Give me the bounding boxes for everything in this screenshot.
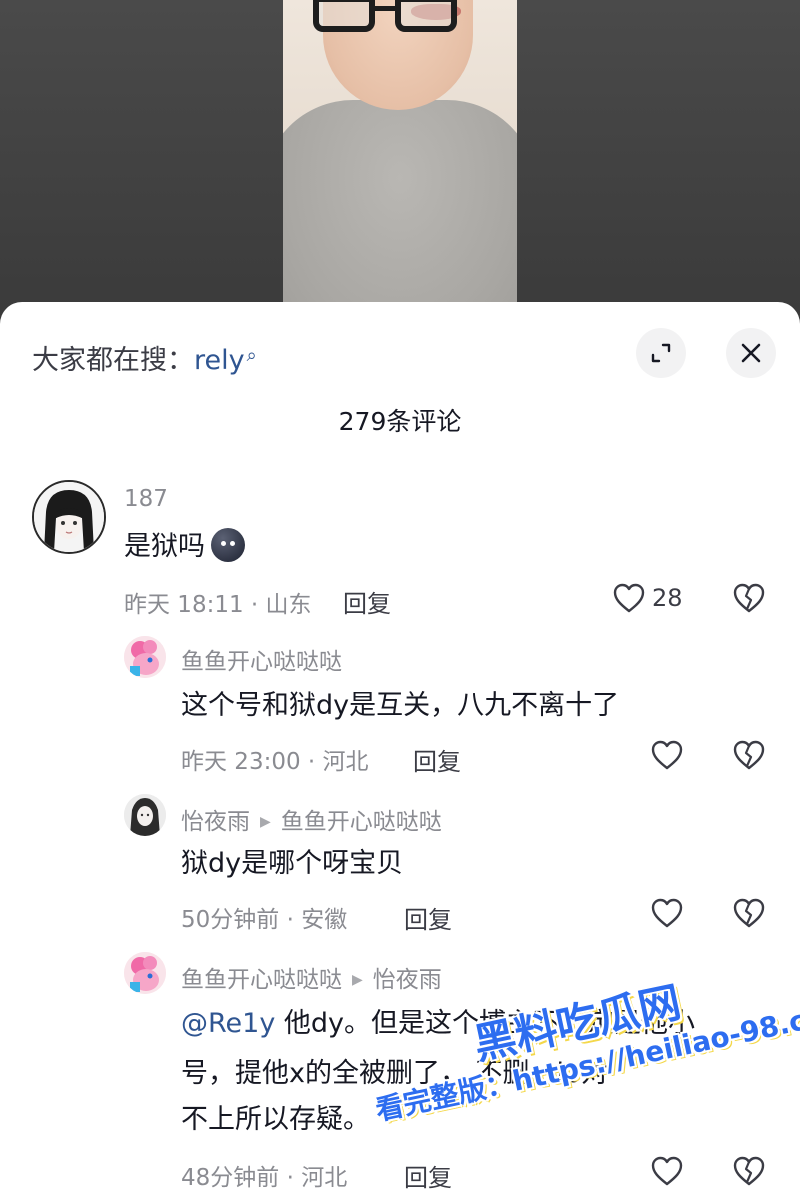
like-count: 28	[652, 584, 683, 612]
reply-time-location: 48分钟前 · 河北	[181, 1165, 348, 1191]
broken-heart-icon[interactable]	[732, 897, 766, 929]
close-icon	[741, 343, 761, 363]
reply-button[interactable]: 回复	[404, 900, 452, 935]
search-suggestion-keyword[interactable]: rely	[194, 345, 245, 376]
heart-icon[interactable]	[650, 1155, 684, 1187]
comment-sheet: 大家都在搜：rely ⌕ 279条评论 187 是狱吗 昨天 18:11 · 山东…	[0, 302, 800, 1200]
avatar[interactable]	[124, 794, 166, 836]
reply-username: 怡夜雨 ▶ 鱼鱼开心哒哒哒	[181, 809, 442, 835]
reply-username[interactable]: 鱼鱼开心哒哒哒	[181, 642, 342, 676]
expand-button[interactable]	[636, 328, 686, 378]
comment-count: 279条评论	[338, 407, 462, 436]
search-suggestion[interactable]: 大家都在搜：rely ⌕	[32, 338, 257, 377]
video-frame	[283, 0, 517, 330]
avatar[interactable]	[32, 480, 106, 554]
sketch-portrait-avatar-icon	[124, 794, 166, 836]
heart-icon[interactable]	[650, 739, 684, 771]
comment-text: 是狱吗	[124, 525, 245, 569]
reply-button[interactable]: 回复	[413, 742, 461, 777]
glasses	[309, 0, 489, 34]
heart-icon[interactable]	[650, 897, 684, 929]
pink-pony-avatar-icon	[124, 952, 166, 994]
avatar[interactable]	[124, 952, 166, 994]
reply-time-location: 50分钟前 · 安徽	[181, 907, 348, 933]
reply-button[interactable]: 回复	[343, 584, 391, 619]
anime-girl-avatar-icon	[34, 482, 104, 552]
pink-pony-avatar-icon	[124, 636, 166, 678]
avatar[interactable]	[124, 636, 166, 678]
comment-username[interactable]: 187	[124, 486, 168, 512]
person-shirt	[283, 100, 517, 330]
search-icon: ⌕	[246, 345, 257, 366]
close-button[interactable]	[726, 328, 776, 378]
video-player[interactable]	[0, 0, 800, 330]
mention-link[interactable]: @Re1y	[181, 1008, 275, 1039]
reply-text-line: 号，提他x的全被删了， 不删，ip对	[181, 1058, 609, 1089]
heart-icon	[613, 583, 645, 613]
reply-text: @Re1y 他dy。但是这个博主不一定是他小	[181, 1008, 696, 1039]
expand-icon	[651, 343, 671, 363]
like-button[interactable]: 28	[612, 582, 683, 614]
reply-arrow-icon: ▶	[352, 972, 363, 988]
reply-username: 鱼鱼开心哒哒哒 ▶ 怡夜雨	[181, 967, 442, 993]
reply-time-location: 昨天 23:00 · 河北	[181, 749, 369, 775]
search-suggestion-prefix: 大家都在搜：	[32, 345, 194, 376]
reply-button[interactable]: 回复	[404, 1158, 452, 1193]
dark-ball-emoji-icon	[211, 527, 245, 562]
comment-time-location: 昨天 18:11 · 山东	[124, 592, 312, 618]
reply-text: 狱dy是哪个呀宝贝	[181, 848, 404, 879]
broken-heart-icon[interactable]	[732, 739, 766, 771]
broken-heart-icon[interactable]	[732, 582, 766, 614]
reply-text: 这个号和狱dy是互关，八九不离十了	[181, 690, 620, 721]
broken-heart-icon[interactable]	[732, 1155, 766, 1187]
reply-text-line: 不上所以存疑。	[181, 1104, 370, 1135]
reply-arrow-icon: ▶	[260, 814, 271, 830]
